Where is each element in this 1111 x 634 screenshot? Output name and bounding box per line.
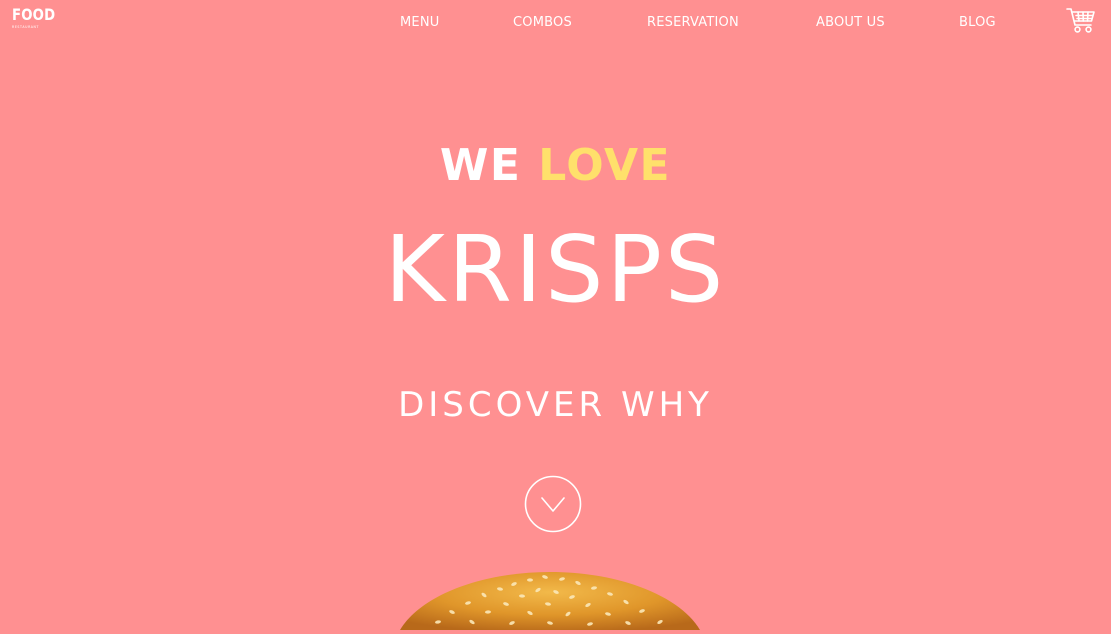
scroll-down-button[interactable] <box>524 475 582 533</box>
brand-title: KRISPS <box>0 215 1111 325</box>
chevron-down-circle-icon <box>524 475 582 533</box>
nav-item-blog[interactable]: BLOG <box>959 14 996 32</box>
logo[interactable]: FOOD RESTAURANT <box>12 6 52 36</box>
cart-button[interactable] <box>1066 6 1096 34</box>
logo-text: FOOD <box>12 6 49 24</box>
nav-item-combos[interactable]: COMBOS <box>513 14 572 32</box>
discover-cta[interactable]: DISCOVER WHY <box>0 383 1111 427</box>
tagline-love: LOVE <box>538 140 671 191</box>
cart-icon <box>1066 6 1096 34</box>
nav-item-menu[interactable]: MENU <box>400 14 439 32</box>
hero-tagline: WE LOVE <box>0 138 1111 194</box>
nav-item-reservation[interactable]: RESERVATION <box>647 14 739 32</box>
tagline-we: WE <box>440 140 522 191</box>
burger-bun-image <box>380 566 720 630</box>
logo-subtext: RESTAURANT <box>12 25 52 30</box>
nav-item-about-us[interactable]: ABOUT US <box>816 14 885 32</box>
